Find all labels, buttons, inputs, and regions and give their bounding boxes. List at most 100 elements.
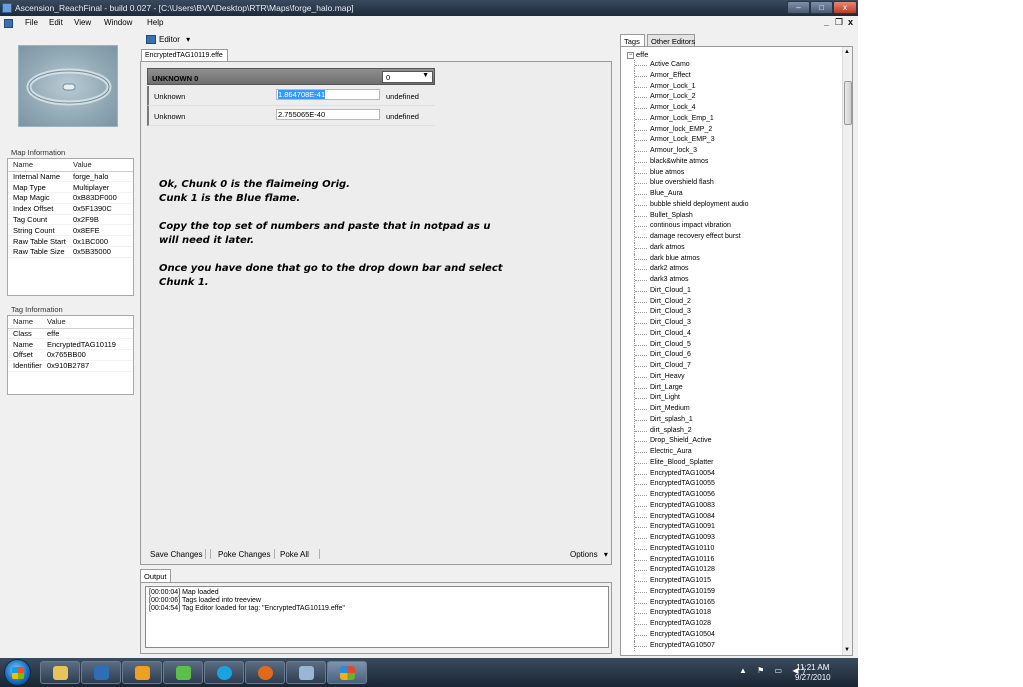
tree-item[interactable]: Dirt_Heavy (634, 371, 834, 383)
save-changes-button[interactable]: Save Changes (150, 550, 202, 559)
tab-editor-file[interactable]: EncryptedTAG10119.effe (141, 49, 228, 61)
taskbar-contacts-button[interactable] (163, 661, 203, 684)
taskbar-app-button[interactable] (286, 661, 326, 684)
tree-item[interactable]: EncryptedTAG10083 (634, 500, 834, 512)
tree-item[interactable]: EncryptedTAG10116 (634, 554, 834, 566)
taskbar-firefox-button[interactable] (245, 661, 285, 684)
tree-item[interactable]: Bullet_Splash (634, 210, 834, 222)
maximize-button[interactable]: □ (810, 1, 833, 14)
tree-item[interactable]: EncryptedTAG10093 (634, 533, 834, 544)
tree-item[interactable]: Dirt_Cloud_5 (634, 339, 834, 351)
tab-tags[interactable]: Tags (620, 34, 645, 46)
scroll-down-icon[interactable]: ▼ (844, 647, 850, 653)
tree-item[interactable]: EncryptedTAG1015 (634, 576, 834, 587)
tree-item[interactable]: Dirt_Cloud_2 (634, 296, 834, 308)
tree-item[interactable]: EncryptedTAG10128 (634, 565, 834, 576)
table-row[interactable]: Tag Count 0x2F9B (8, 214, 133, 226)
tree-item[interactable]: EncryptedTAG10084 (634, 511, 834, 523)
tree-item[interactable]: dark blue atmos (634, 253, 834, 265)
tree-item[interactable]: bubble shield deployment audio (634, 199, 834, 211)
taskbar-explorer-button[interactable] (40, 661, 80, 684)
tree-item[interactable]: dark2 atmos (634, 264, 834, 275)
table-row[interactable]: Identifier 0x910B2787 (8, 360, 133, 372)
tree-item[interactable]: Dirt_Cloud_3 (634, 307, 834, 318)
menu-window[interactable]: Window (104, 18, 132, 27)
field-value-input[interactable]: 2.755065E-40 (276, 109, 380, 120)
tab-output[interactable]: Output (140, 569, 171, 582)
table-row[interactable]: Raw Table Start 0x1BC000 (8, 235, 133, 248)
menu-view[interactable]: View (74, 18, 91, 27)
close-button[interactable]: x (833, 1, 857, 14)
tree-item[interactable]: dark3 atmos (634, 275, 834, 286)
tree-item[interactable]: EncryptedTAG10507 (634, 640, 834, 652)
tree-item[interactable]: Dirt_splash_1 (634, 414, 834, 426)
scroll-up-icon[interactable]: ▲ (844, 49, 850, 55)
table-row[interactable]: String Count 0x8EFE (8, 224, 133, 237)
tree-item[interactable]: Drop_Shield_Active (634, 436, 834, 447)
tree-item[interactable]: Electric_Aura (634, 447, 834, 458)
tree-item[interactable]: Dirt_Cloud_4 (634, 328, 834, 340)
mdi-close-button[interactable]: x (848, 17, 853, 27)
output-log[interactable]: [00:00:04] Map loaded [00:00:06] Tags lo… (145, 586, 609, 648)
table-row[interactable]: Name EncryptedTAG10119 (8, 338, 133, 351)
tree-item[interactable]: continous impact vibration (634, 221, 834, 232)
mdi-restore-button[interactable]: ❐ (835, 17, 843, 28)
taskbar-media-button[interactable] (81, 661, 121, 684)
tree-item[interactable]: Dirt_Cloud_1 (634, 285, 834, 297)
menu-edit[interactable]: Edit (49, 18, 63, 27)
tree-scrollbar[interactable]: ▲ ▼ (842, 47, 852, 655)
tree-item[interactable]: EncryptedTAG10055 (634, 479, 834, 490)
tree-item[interactable]: black&white atmos (634, 156, 834, 168)
tree-item[interactable]: EncryptedTAG1018 (634, 608, 834, 619)
tree-item[interactable]: EncryptedTAG10110 (634, 543, 834, 555)
tab-other-editors[interactable]: Other Editors (647, 34, 695, 46)
table-row[interactable]: Class effe (8, 328, 133, 340)
minimize-button[interactable]: – (787, 1, 810, 14)
menu-help[interactable]: Help (147, 18, 163, 27)
table-row[interactable]: Raw Table Size 0x5B35000 (8, 246, 133, 258)
tree-item[interactable]: damage recovery effect burst (634, 232, 834, 243)
tree-item[interactable]: Armor_Lock_4 (634, 103, 834, 114)
tree-item[interactable]: Elite_Blood_Splatter (634, 457, 834, 469)
tray-clock[interactable]: 11:21 AM 9/27/2010 (795, 663, 831, 683)
taskbar-messenger-button[interactable] (122, 661, 162, 684)
tree-item[interactable]: EncryptedTAG10504 (634, 629, 834, 641)
tree-item[interactable]: Dirt_Cloud_3 (634, 318, 834, 329)
taskbar-skype-button[interactable] (204, 661, 244, 684)
poke-all-button[interactable]: Poke All (280, 550, 309, 559)
table-row[interactable]: Map Magic 0xB83DF000 (8, 192, 133, 204)
tree-item[interactable]: EncryptedTAG10091 (634, 522, 834, 533)
scrollbar-thumb[interactable] (844, 81, 852, 125)
tree-item[interactable]: dirt_splash_2 (634, 425, 834, 437)
tree-item[interactable]: Blue_Aura (634, 189, 834, 200)
poke-changes-button[interactable]: Poke Changes (218, 550, 270, 559)
tree-item[interactable]: dark atmos (634, 242, 834, 254)
tree-item[interactable]: EncryptedTAG10056 (634, 490, 834, 501)
tree-item[interactable]: EncryptedTAG10159 (634, 586, 834, 598)
taskbar-ascension-button[interactable] (327, 661, 367, 684)
tree-item[interactable]: Dirt_Medium (634, 404, 834, 415)
mdi-minimize-button[interactable]: _ (824, 17, 829, 27)
tree-item[interactable]: Armour_lock_3 (634, 146, 834, 157)
tree-item[interactable]: Dirt_Cloud_7 (634, 361, 834, 372)
tree-item[interactable]: EncryptedTAG10165 (634, 597, 834, 609)
tree-item[interactable]: EncryptedTAG1028 (634, 619, 834, 630)
options-button[interactable]: Options ▾ (570, 550, 608, 559)
tree-item[interactable]: Armor_Lock_2 (634, 92, 834, 103)
tree-root-node[interactable]: − effe (627, 50, 648, 59)
tree-item[interactable]: EncryptedTAG10054 (634, 468, 834, 480)
menu-file[interactable]: File (25, 18, 38, 27)
tree-item[interactable]: blue overshield flash (634, 178, 834, 189)
tree-item[interactable]: blue atmos (634, 167, 834, 179)
collapse-icon[interactable]: − (627, 51, 634, 59)
start-button[interactable] (4, 659, 31, 686)
tree-item[interactable]: Armor_lock_EMP_2 (634, 124, 834, 136)
tree-item[interactable]: Dirt_Cloud_6 (634, 350, 834, 361)
tree-item[interactable]: Dirt_Large (634, 382, 834, 394)
table-row[interactable]: Map Type Multiplayer (8, 181, 133, 194)
tree-item[interactable]: Armor_Lock_1 (634, 81, 834, 93)
tree-item[interactable]: Armor_Lock_Emp_1 (634, 113, 834, 125)
tree-item[interactable]: Dirt_Light (634, 393, 834, 404)
window-titlebar[interactable]: Ascension_ReachFinal - build 0.027 - [C:… (0, 0, 858, 16)
field-value-input[interactable]: 1.864708E-41 (276, 89, 380, 100)
